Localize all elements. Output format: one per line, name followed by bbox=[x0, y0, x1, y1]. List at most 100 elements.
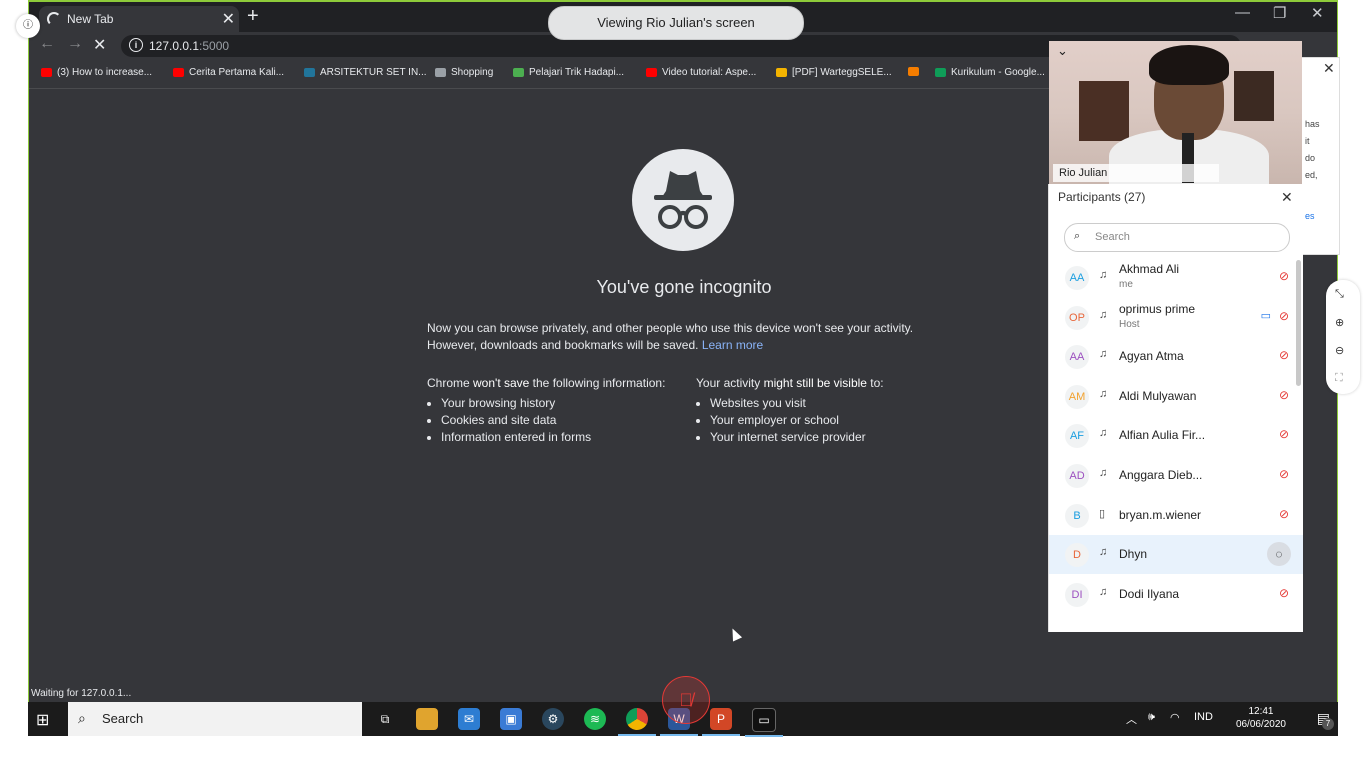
powerpoint-icon[interactable]: P bbox=[702, 708, 740, 736]
bookmark-label: [PDF] WarteggSELE... bbox=[792, 67, 892, 78]
headset-icon: ♫ bbox=[1099, 585, 1108, 598]
mic-muted-icon[interactable]: ⊘ bbox=[1279, 507, 1289, 521]
participant-row[interactable]: AA ♫ Akhmad Ali me ⊘ bbox=[1049, 258, 1303, 297]
incognito-intro: Now you can browse privately, and other … bbox=[427, 320, 947, 354]
participant-row[interactable]: AM ♫ Aldi Mulyawan ⊘ bbox=[1049, 377, 1303, 416]
close-participants-icon[interactable]: ✕ bbox=[1281, 189, 1293, 206]
site-info-icon[interactable]: i bbox=[129, 38, 143, 52]
participant-name: Anggara Dieb... bbox=[1119, 468, 1203, 482]
mic-muted-icon[interactable]: 🎙̸ bbox=[662, 676, 710, 724]
steam-icon[interactable]: ⚙ bbox=[542, 708, 564, 730]
incognito-title: You've gone incognito bbox=[596, 277, 772, 297]
task-view-icon[interactable]: ⧉ bbox=[374, 708, 396, 730]
terminal-icon[interactable]: ▭ bbox=[745, 708, 783, 737]
info-icon[interactable]: ⓘ bbox=[16, 14, 40, 38]
spotify-icon[interactable]: ≋ bbox=[584, 708, 606, 730]
file-explorer-icon[interactable] bbox=[416, 708, 438, 730]
mic-muted-icon[interactable]: ⊘ bbox=[1279, 309, 1289, 323]
close-tab-icon[interactable]: ✕ bbox=[222, 9, 235, 29]
learn-more-link[interactable]: Learn more bbox=[702, 338, 763, 352]
mic-muted-icon[interactable]: ⊘ bbox=[1279, 388, 1289, 402]
zoom-out-icon[interactable]: ⊖ bbox=[1335, 344, 1344, 357]
bookmark-label: Shopping bbox=[451, 67, 494, 78]
background-card-line: ed, bbox=[1305, 170, 1318, 180]
shrink-icon[interactable]: ⤡ bbox=[1335, 288, 1344, 301]
bookmark-item[interactable]: (3) How to increase... bbox=[41, 67, 152, 78]
incognito-icon bbox=[632, 149, 734, 251]
participant-row[interactable]: AA ♫ Agyan Atma ⊘ bbox=[1049, 337, 1303, 376]
stop-loading-icon[interactable]: ✕ bbox=[93, 35, 106, 55]
camera-icon[interactable]: ▭ bbox=[1261, 309, 1271, 322]
url-host: 127.0.0.1 bbox=[149, 39, 200, 53]
sharing-banner[interactable]: Viewing Rio Julian's screen bbox=[548, 6, 804, 40]
mic-muted-icon[interactable]: ⊘ bbox=[1279, 467, 1289, 481]
close-icon[interactable]: ✕ bbox=[1323, 60, 1335, 77]
bookmark-item[interactable]: Pelajari Trik Hadapi... bbox=[513, 67, 624, 78]
background-card-line: do bbox=[1305, 153, 1316, 163]
chevron-down-icon[interactable]: ⌄ bbox=[1057, 43, 1068, 59]
search-icon: ⌕ bbox=[78, 710, 86, 726]
bookmark-favicon-icon bbox=[776, 68, 787, 77]
bookmark-item[interactable]: Shopping bbox=[435, 67, 493, 78]
bookmark-item[interactable]: [PDF] WarteggSELE... bbox=[776, 67, 892, 78]
bookmark-item[interactable] bbox=[908, 67, 924, 76]
bookmark-item[interactable]: Kurikulum - Google... bbox=[935, 67, 1045, 78]
participant-name: bryan.m.wiener bbox=[1119, 507, 1202, 522]
chat-icon[interactable]: ◌ bbox=[1267, 542, 1291, 567]
might-be-visible-heading: Your activity might still be visible to: bbox=[696, 376, 884, 390]
participant-role: me bbox=[1119, 279, 1133, 290]
avatar: B bbox=[1065, 503, 1089, 528]
maximize-icon[interactable]: ❐ bbox=[1273, 4, 1286, 22]
forward-icon[interactable]: → bbox=[67, 35, 83, 53]
bookmark-favicon-icon bbox=[435, 68, 446, 77]
bookmark-favicon-icon bbox=[935, 68, 946, 77]
bookmark-label: Cerita Pertama Kali... bbox=[189, 67, 285, 78]
bookmark-favicon-icon bbox=[513, 68, 524, 77]
bookmark-label: Pelajari Trik Hadapi... bbox=[529, 67, 625, 78]
participant-row[interactable]: AD ♫ Anggara Dieb... ⊘ bbox=[1049, 456, 1303, 495]
mail-icon[interactable]: ✉ bbox=[458, 708, 480, 730]
chrome-icon[interactable] bbox=[618, 708, 656, 736]
participant-search-input[interactable]: ⌕ Search bbox=[1064, 223, 1290, 252]
participant-row[interactable]: OP ♫ oprimus prime Host ▭ ⊘ bbox=[1049, 298, 1303, 337]
notification-icon[interactable]: ▤ 7 bbox=[1317, 710, 1334, 730]
participant-row[interactable]: AF ♫ Alfian Aulia Fir... ⊘ bbox=[1049, 416, 1303, 455]
bookmark-favicon-icon bbox=[908, 67, 919, 76]
participant-row[interactable]: DI ♫ Dodi Ilyana ⊘ bbox=[1049, 575, 1303, 614]
bookmark-item[interactable]: ARSITEKTUR SET IN... bbox=[304, 67, 427, 78]
browser-tab[interactable]: New Tab ✕ bbox=[39, 6, 239, 32]
mic-muted-icon[interactable]: ⊘ bbox=[1279, 427, 1289, 441]
participant-row[interactable]: D ♫ Dhyn ◌ bbox=[1049, 535, 1303, 575]
volume-icon[interactable]: 🕪 bbox=[1148, 711, 1155, 724]
taskbar-search-input[interactable]: ⌕ Search bbox=[68, 702, 362, 736]
avatar: OP bbox=[1065, 305, 1089, 330]
language-indicator[interactable]: IND bbox=[1194, 711, 1213, 723]
store-icon[interactable]: ▣ bbox=[500, 708, 522, 730]
mic-muted-icon[interactable]: ⊘ bbox=[1279, 269, 1289, 283]
avatar: AA bbox=[1065, 345, 1089, 370]
minimize-icon[interactable]: — bbox=[1235, 4, 1250, 21]
back-icon[interactable]: ← bbox=[39, 35, 55, 53]
wifi-icon[interactable]: ◠ bbox=[1170, 711, 1180, 724]
bookmark-item[interactable]: Cerita Pertama Kali... bbox=[173, 67, 284, 78]
wont-save-column: Chrome won't save the following informat… bbox=[427, 375, 697, 446]
background-card-line: es bbox=[1305, 211, 1315, 221]
scrollbar[interactable] bbox=[1296, 260, 1301, 386]
mic-muted-icon[interactable]: ⊘ bbox=[1279, 348, 1289, 362]
background-card-line: it bbox=[1305, 136, 1310, 146]
clock-date: 06/06/2020 bbox=[1235, 719, 1286, 730]
new-tab-icon[interactable]: + bbox=[247, 5, 259, 28]
wont-save-list: Your browsing historyCookies and site da… bbox=[427, 395, 697, 446]
bookmark-item[interactable]: Video tutorial: Aspe... bbox=[646, 67, 756, 78]
video-tile[interactable]: ⌄ Rio Julian bbox=[1049, 41, 1302, 184]
mic-muted-icon[interactable]: ⊘ bbox=[1279, 586, 1289, 600]
zoom-in-icon[interactable]: ⊕ bbox=[1335, 316, 1344, 329]
chevron-up-icon[interactable]: ︿ bbox=[1126, 711, 1137, 727]
clock[interactable]: 12:41 06/06/2020 bbox=[1236, 705, 1286, 731]
info-list-item: Your internet service provider bbox=[710, 429, 956, 446]
headset-icon: ♫ bbox=[1099, 387, 1108, 400]
fit-screen-icon[interactable]: ⛶ bbox=[1335, 372, 1343, 385]
windows-start-icon[interactable]: ⊞ bbox=[36, 710, 49, 730]
close-window-icon[interactable]: ✕ bbox=[1311, 4, 1324, 22]
participant-row[interactable]: B ▯ bryan.m.wiener ⊘ bbox=[1049, 496, 1303, 535]
